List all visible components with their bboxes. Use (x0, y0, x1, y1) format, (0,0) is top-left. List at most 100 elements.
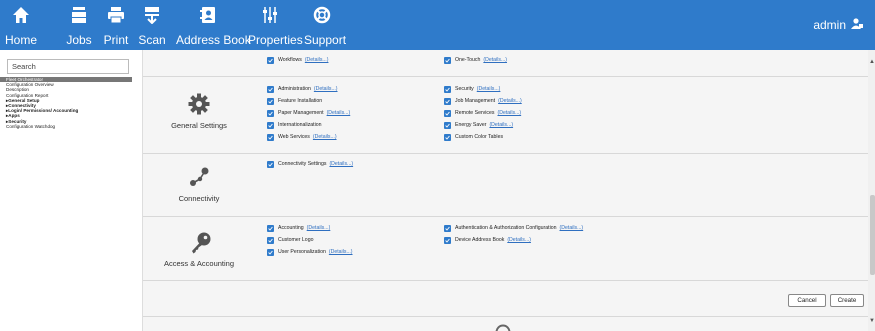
option-label: Job Management (455, 98, 496, 104)
option-customer-logo[interactable]: Customer Logo (267, 236, 313, 244)
key-icon (190, 231, 212, 255)
checkbox-checked-icon[interactable] (267, 160, 274, 168)
option-label: Internationalization (278, 122, 322, 128)
section-title: Access & Accounting (163, 259, 235, 268)
connectivity-icon (188, 166, 210, 188)
create-button[interactable]: Create (830, 294, 864, 307)
option-label: Accounting (278, 225, 304, 231)
nav-support-label: Support (304, 33, 347, 47)
checkbox-checked-icon[interactable] (267, 236, 274, 244)
option-security[interactable]: Security (Details...) (444, 85, 500, 93)
checkbox-checked-icon[interactable] (444, 56, 451, 64)
checkbox-checked-icon[interactable] (444, 121, 451, 129)
scroll-down-arrow-icon[interactable]: ▼ (869, 318, 875, 324)
checkbox-checked-icon[interactable] (444, 109, 451, 117)
partial-section-icon (495, 324, 511, 331)
checkbox-checked-icon[interactable] (267, 109, 274, 117)
jobs-icon (62, 6, 96, 28)
option-administration[interactable]: Administration (Details...) (267, 85, 338, 93)
option-label: Paper Management (278, 110, 324, 116)
details-link[interactable]: (Details...) (489, 122, 513, 128)
details-link[interactable]: (Details...) (477, 86, 501, 92)
search-input[interactable] (7, 59, 129, 74)
scrollbar-track[interactable] (868, 50, 875, 331)
details-link[interactable]: (Details...) (560, 225, 584, 231)
details-link[interactable]: (Details...) (314, 86, 338, 92)
option-web-services[interactable]: Web Services (Details...) (267, 133, 337, 141)
option-energy-saver[interactable]: Energy Saver (Details...) (444, 121, 513, 129)
option-paper-management[interactable]: Paper Management (Details...) (267, 109, 350, 117)
details-link[interactable]: (Details...) (329, 249, 353, 255)
option-label: Custom Color Tables (455, 134, 504, 140)
section-title: Connectivity (178, 194, 220, 203)
home-icon (4, 6, 38, 28)
option-label: Administration (278, 86, 311, 92)
nav-jobs[interactable]: Jobs (62, 0, 96, 50)
nav-properties-label: Properties (248, 33, 303, 47)
nav-support[interactable]: Support (304, 0, 347, 50)
option-feature-installation[interactable]: Feature Installation (267, 97, 322, 105)
option-one-touch[interactable]: One-Touch (Details...) (444, 56, 507, 64)
checkbox-checked-icon[interactable] (267, 133, 274, 141)
checkbox-checked-icon[interactable] (267, 224, 274, 232)
option-remote-services[interactable]: Remote Services (Details...) (444, 109, 521, 117)
nav-address-book-label: Address Book (176, 33, 251, 47)
details-link[interactable]: (Details...) (483, 57, 507, 63)
option-internationalization[interactable]: Internationalization (267, 121, 322, 129)
option-label: Feature Installation (278, 98, 323, 104)
nav-print[interactable]: Print (101, 0, 131, 50)
option-label: One-Touch (455, 57, 481, 63)
option-user-personalization[interactable]: User Personalization (Details...) (267, 248, 353, 256)
section-workflows: Workflows (Details...) One-Touch (Detail… (143, 50, 869, 77)
option-label: Customer Logo (278, 237, 314, 243)
checkbox-checked-icon[interactable] (444, 85, 451, 93)
details-link[interactable]: (Details...) (498, 98, 522, 104)
option-label: Energy Saver (455, 122, 487, 128)
checkbox-checked-icon[interactable] (444, 97, 451, 105)
option-custom-color-tables[interactable]: Custom Color Tables (444, 133, 503, 141)
option-device-address-book[interactable]: Device Address Book (Details...) (444, 236, 531, 244)
details-link[interactable]: (Details...) (305, 57, 329, 63)
tree-item-configuration-watchdog[interactable]: Configuration Watchdog (0, 124, 138, 129)
nav-home-label: Home (4, 33, 37, 47)
option-connectivity-settings[interactable]: Connectivity Settings (Details...) (267, 160, 353, 168)
checkbox-checked-icon[interactable] (444, 236, 451, 244)
configuration-tree: Fleet Orchestrator Configuration Overvie… (0, 77, 138, 129)
checkbox-checked-icon[interactable] (444, 224, 451, 232)
details-link[interactable]: (Details...) (313, 134, 337, 140)
option-label: Device Address Book (455, 237, 505, 243)
details-link[interactable]: (Details...) (498, 110, 522, 116)
checkbox-checked-icon[interactable] (267, 56, 274, 64)
checkbox-checked-icon[interactable] (444, 133, 451, 141)
option-label: Remote Services (455, 110, 495, 116)
nav-home[interactable]: Home (4, 0, 38, 50)
checkbox-checked-icon[interactable] (267, 248, 274, 256)
scrollbar-thumb[interactable] (870, 195, 875, 275)
option-label: Security (455, 86, 474, 92)
details-link[interactable]: (Details...) (507, 237, 531, 243)
option-accounting[interactable]: Accounting (Details...) (267, 224, 330, 232)
user-menu[interactable]: admin (813, 18, 863, 32)
option-authentication-authorization[interactable]: Authentication & Authorization Configura… (444, 224, 583, 232)
option-workflows[interactable]: Workflows (Details...) (267, 56, 328, 64)
section-connectivity: Connectivity Connectivity Settings (Deta… (143, 154, 869, 217)
scroll-up-arrow-icon[interactable]: ▲ (869, 59, 875, 65)
checkbox-checked-icon[interactable] (267, 97, 274, 105)
details-link[interactable]: (Details...) (307, 225, 331, 231)
nav-address-book[interactable]: Address Book (176, 0, 251, 50)
details-link[interactable]: (Details...) (329, 161, 353, 167)
section-access-accounting: Access & Accounting Accounting (Details.… (143, 217, 869, 281)
sidebar: Fleet Orchestrator Configuration Overvie… (0, 50, 138, 331)
option-job-management[interactable]: Job Management (Details...) (444, 97, 522, 105)
details-link[interactable]: (Details...) (327, 110, 351, 116)
checkbox-checked-icon[interactable] (267, 85, 274, 93)
nav-properties[interactable]: Properties (248, 0, 303, 50)
nav-scan[interactable]: Scan (137, 0, 167, 50)
printer-icon (101, 6, 131, 28)
nav-print-label: Print (103, 33, 129, 47)
section-title: General Settings (171, 121, 227, 130)
cancel-button[interactable]: Cancel (788, 294, 826, 307)
top-navigation-bar: Home Jobs Print Scan Address Book Proper… (0, 0, 875, 50)
section-actions: Cancel Create (143, 281, 869, 317)
checkbox-checked-icon[interactable] (267, 121, 274, 129)
